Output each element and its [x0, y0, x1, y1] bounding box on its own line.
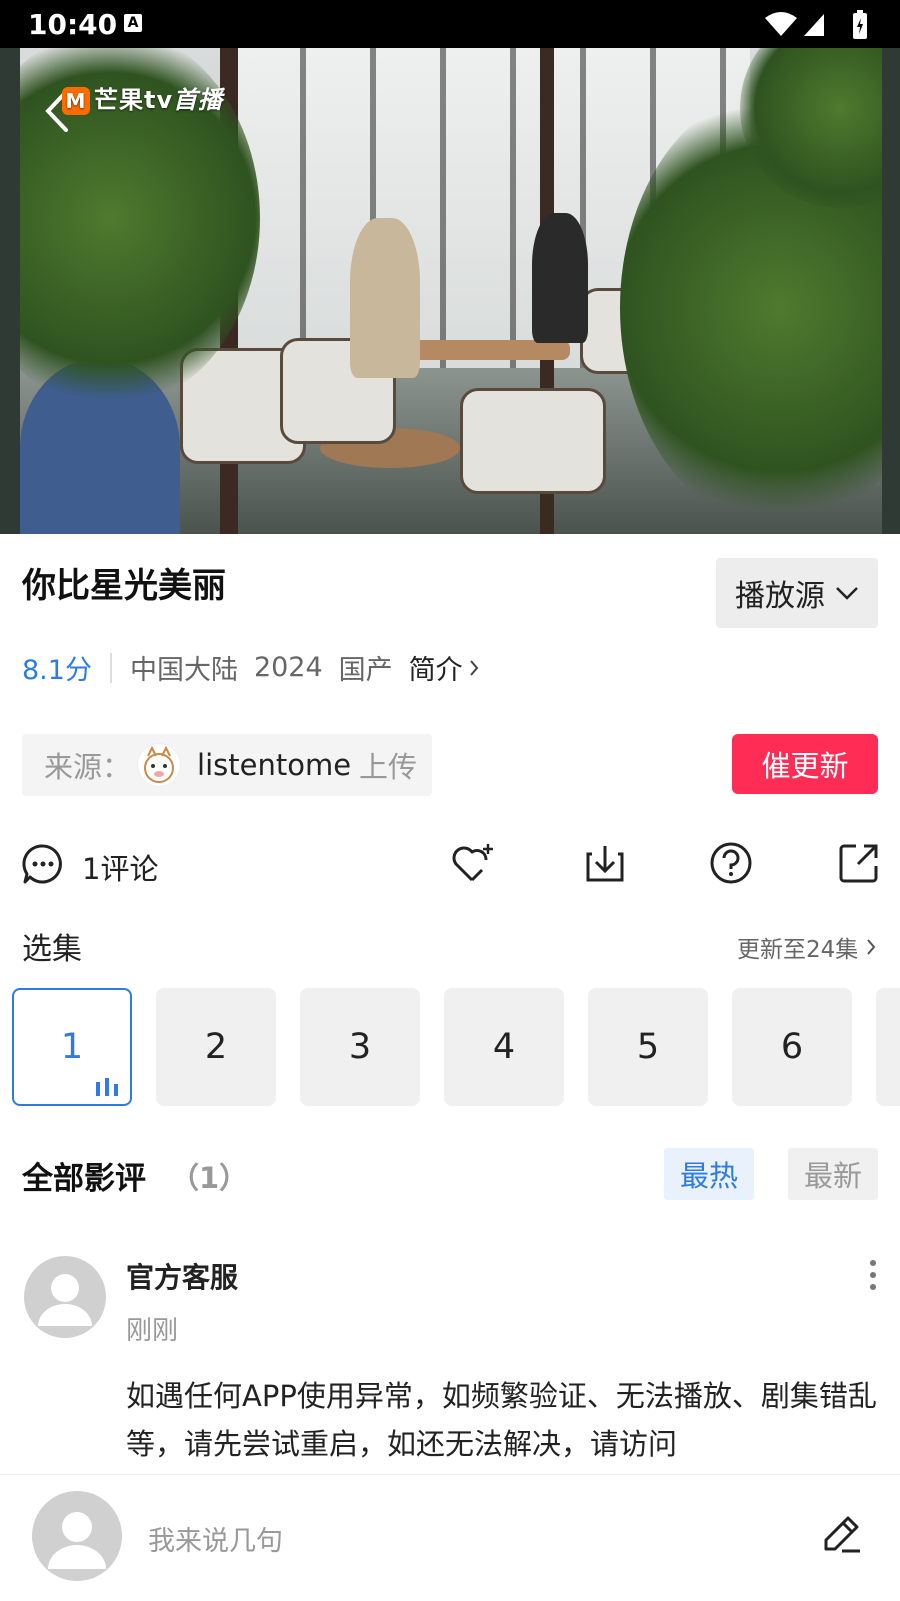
wifi-icon [765, 12, 797, 36]
year: 2024 [253, 652, 323, 683]
chevron-right-icon [867, 939, 876, 955]
status-time: 10:40 [28, 8, 118, 41]
comment-icon[interactable] [22, 843, 64, 885]
score: 8.1分 [22, 655, 92, 686]
comment-input[interactable]: 我来说几句 [148, 1519, 283, 1558]
reviews-count: （1） [170, 1161, 249, 1195]
play-source-label: 播放源 [735, 579, 825, 614]
notification-icon: A [124, 14, 142, 32]
origin: 国产 [338, 655, 393, 686]
episode-item[interactable]: 6 [732, 988, 852, 1106]
signal-icon [804, 14, 824, 36]
upload-action: 上传 [359, 750, 418, 784]
sort-new-tab[interactable]: 最新 [788, 1148, 878, 1200]
urge-update-button[interactable]: 催更新 [732, 734, 878, 794]
uploader-name: listentome [197, 748, 352, 782]
download-icon[interactable] [582, 840, 628, 886]
show-title: 你比星光美丽 [22, 566, 226, 606]
show-meta: 8.1分 中国大陆 2024 国产 简介 [22, 648, 479, 687]
battery-icon [853, 10, 867, 39]
status-bar: 10:40 A [0, 0, 900, 48]
episode-item-partial[interactable] [876, 988, 900, 1106]
episode-item[interactable]: 4 [444, 988, 564, 1106]
edit-pen-icon[interactable] [822, 1513, 862, 1553]
intro-link[interactable]: 简介 [409, 648, 479, 687]
episode-item[interactable]: 1 [12, 988, 132, 1106]
region: 中国大陆 [129, 655, 238, 686]
help-icon[interactable] [708, 840, 754, 886]
episode-item[interactable]: 5 [588, 988, 708, 1106]
brand-logo-icon: M [62, 87, 90, 115]
more-options-icon[interactable] [866, 1258, 880, 1292]
favorite-add-icon[interactable] [450, 840, 496, 886]
comment-input-bar: 我来说几句 [0, 1474, 900, 1601]
chevron-down-icon [836, 587, 858, 600]
brand-logo: M 芒果tv首播 [62, 80, 223, 115]
episodes-title: 选集 [22, 932, 82, 967]
playing-bars-icon [96, 1078, 118, 1096]
chevron-right-icon [469, 659, 478, 676]
source-label: 来源： [44, 750, 132, 784]
video-frame [20, 48, 882, 534]
episode-item[interactable]: 2 [156, 988, 276, 1106]
divider [109, 652, 112, 683]
uploader-info[interactable]: 来源： listentome 上传 [22, 734, 432, 796]
uploader-avatar [137, 743, 182, 787]
share-icon[interactable] [836, 840, 882, 886]
reviews-title: 全部影评 [22, 1161, 146, 1197]
avatar [32, 1491, 122, 1581]
avatar[interactable] [24, 1256, 106, 1338]
video-player[interactable]: M 芒果tv首播 [0, 48, 900, 534]
comment-count[interactable]: 1评论 [82, 846, 158, 888]
play-source-button[interactable]: 播放源 [716, 558, 878, 628]
review-body: 如遇任何APP使用异常，如频繁验证、无法播放、剧集错乱等，请先尝试重启，如还无法… [126, 1379, 877, 1461]
review-time: 刚刚 [126, 1316, 179, 1346]
review-username[interactable]: 官方客服 [126, 1256, 238, 1296]
episodes-more-link[interactable]: 更新至24集 [737, 930, 876, 964]
episode-item[interactable]: 3 [300, 988, 420, 1106]
sort-hot-tab[interactable]: 最热 [664, 1148, 754, 1200]
